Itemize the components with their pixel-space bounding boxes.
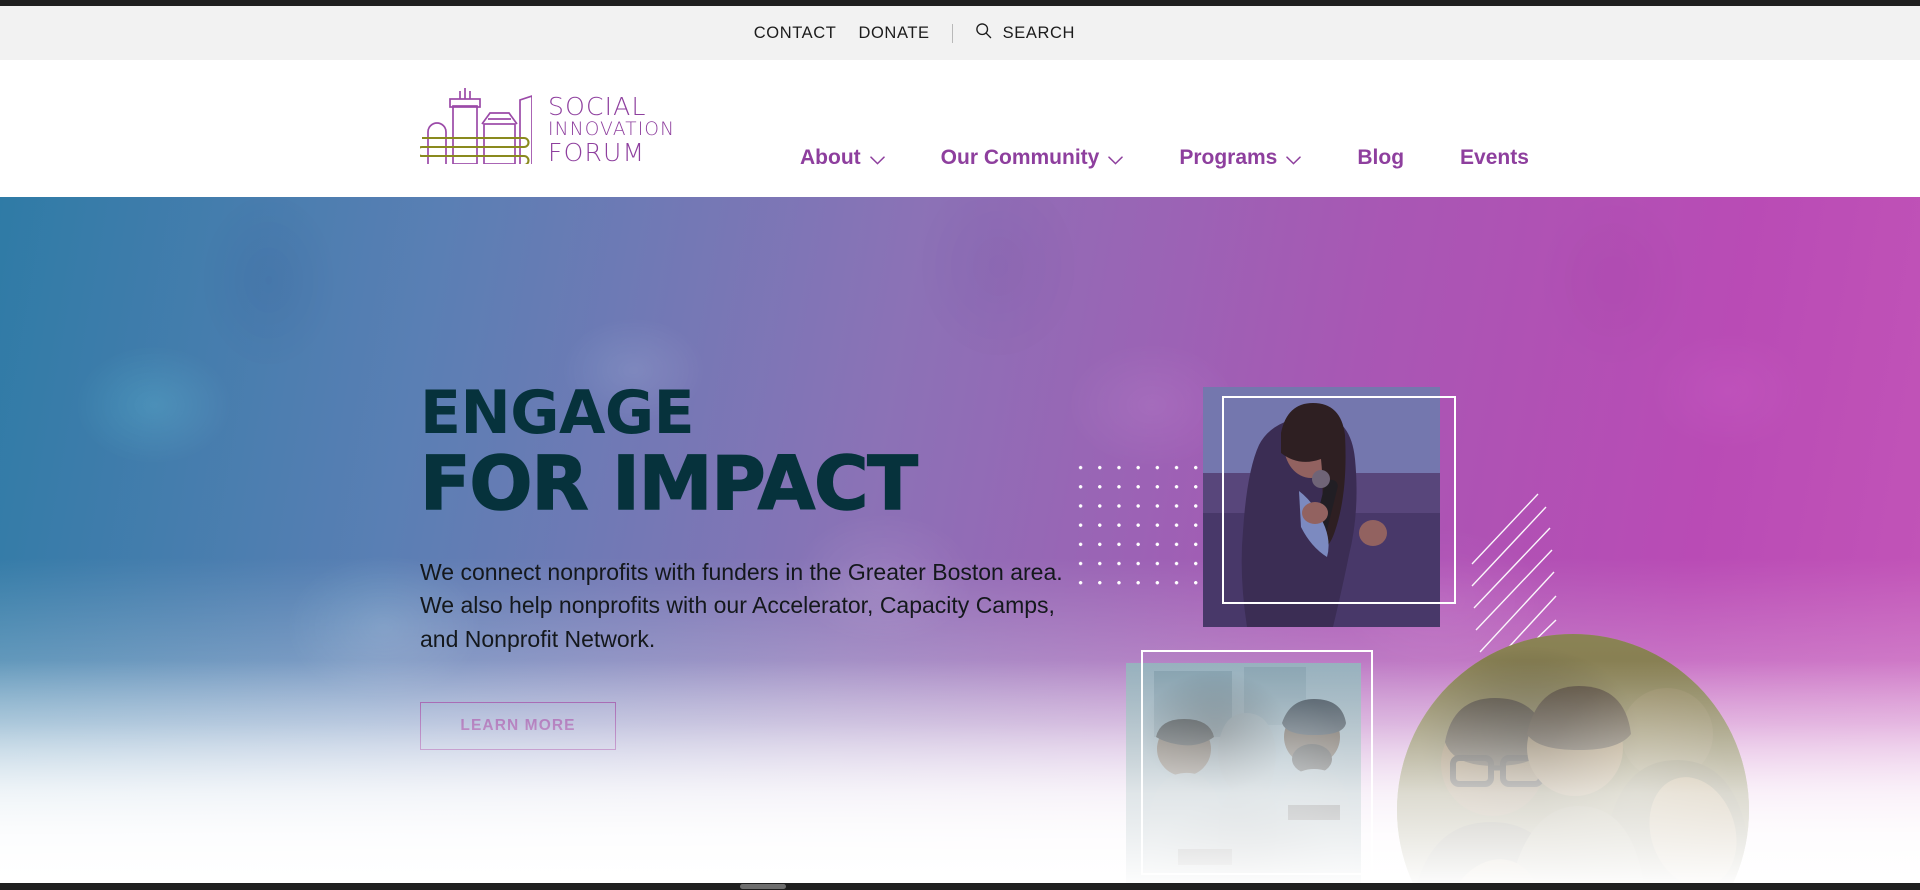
nav-label-blog: Blog (1357, 145, 1405, 169)
group-photo (1126, 663, 1361, 890)
hero-subtext: We connect nonprofits with funders in th… (420, 559, 1063, 652)
hero-section: ENGAGE FOR IMPACT We connect nonprofits … (0, 197, 1920, 890)
nav-item-about[interactable]: About (800, 138, 885, 177)
nav-label-events: Events (1460, 145, 1529, 169)
contact-link[interactable]: CONTACT (754, 24, 837, 43)
donate-link[interactable]: DONATE (858, 24, 929, 43)
speaker-photo-tint (1203, 387, 1440, 627)
logo-line-1: SOCIAL (548, 91, 647, 121)
nav-item-blog[interactable]: Blog (1357, 140, 1404, 176)
cityscape-logo-icon (416, 86, 533, 169)
search-icon (975, 22, 992, 44)
main-navigation: About Our Community Programs Blog Events (800, 138, 1529, 177)
logo-wordmark: SOCIAL INNOVATION FORUM (548, 91, 675, 169)
nav-item-our-community[interactable]: Our Community (941, 138, 1124, 177)
group-photo-tint (1126, 663, 1361, 890)
chevron-down-icon (869, 147, 885, 171)
audience-circle-tint (1397, 634, 1749, 890)
hero-headline-line1: ENGAGE (420, 378, 695, 448)
utility-bar: CONTACT DONATE SEARCH (0, 6, 1920, 60)
site-logo[interactable]: SOCIAL INNOVATION FORUM (416, 86, 675, 169)
learn-more-button[interactable]: LEARN MORE (420, 702, 616, 751)
chevron-down-icon (1286, 147, 1302, 171)
hero-copy: ENGAGE FOR IMPACT We connect nonprofits … (419, 378, 1100, 751)
chevron-down-icon (1108, 147, 1124, 171)
nav-label-programs: Programs (1179, 145, 1278, 169)
nav-item-programs[interactable]: Programs (1179, 138, 1302, 177)
horizontal-scrollbar[interactable] (740, 884, 786, 889)
utility-divider (951, 23, 953, 43)
hero-headline-line2: FOR IMPACT (419, 440, 918, 527)
page-root: CONTACT DONATE SEARCH SOCIAL INNOVATION … (0, 0, 1920, 890)
browser-top-strip (0, 0, 1920, 6)
nav-item-events[interactable]: Events (1460, 140, 1529, 176)
audience-circle-photo (1397, 634, 1749, 890)
browser-bottom-strip (0, 883, 1920, 890)
nav-label-our-community: Our Community (940, 145, 1100, 169)
search-label: SEARCH (1002, 23, 1075, 42)
search-button[interactable]: SEARCH (975, 22, 1075, 44)
site-header: SOCIAL INNOVATION FORUM About Our Commun… (0, 60, 1920, 197)
logo-line-3: FORUM (548, 138, 646, 168)
nav-label-about: About (800, 145, 861, 169)
speaker-photo (1203, 387, 1440, 627)
